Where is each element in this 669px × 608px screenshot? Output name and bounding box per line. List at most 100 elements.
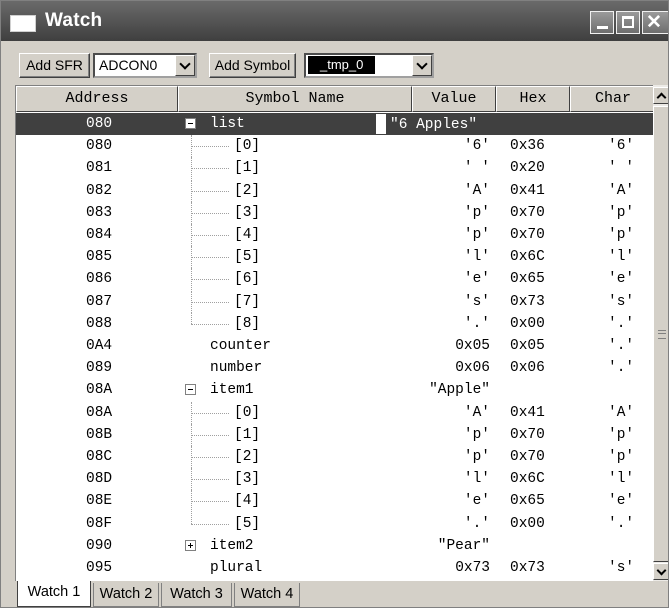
scroll-up-button[interactable]: [653, 87, 668, 104]
table-row[interactable]: 095 plural 0x73 0x73 's': [16, 557, 656, 579]
table-row[interactable]: 087 [7] 's' 0x73 's': [16, 290, 656, 313]
tree-connector: [191, 279, 229, 281]
hex-cell: 0x06: [510, 360, 545, 377]
value-cell: 'e': [463, 493, 490, 510]
close-button[interactable]: ✕: [642, 11, 668, 34]
symbol-name-cell: plural: [210, 560, 263, 576]
scroll-thumb[interactable]: [653, 106, 668, 562]
tab-watch-2[interactable]: Watch 2: [93, 583, 159, 607]
table-row[interactable]: 083 [3] 'p' 0x70 'p': [16, 201, 656, 224]
value-edit-box: [376, 114, 386, 134]
hex-cell: 0x73: [510, 293, 545, 310]
tree-connector: [191, 512, 192, 524]
table-row[interactable]: 08F [5] '.' 0x00 '.': [16, 512, 656, 535]
close-icon: ✕: [646, 12, 662, 33]
value-cell: 'A': [463, 404, 490, 421]
maximize-button[interactable]: [616, 11, 640, 34]
value-edit-cell[interactable]: "6 Apples": [388, 114, 496, 134]
add-sfr-button[interactable]: Add SFR: [19, 53, 90, 78]
table-row[interactable]: 089 number 0x06 0x06 '.': [16, 357, 656, 379]
table-row[interactable]: 090 item2 "Pear": [16, 535, 656, 557]
tab-watch-1[interactable]: Watch 1: [17, 581, 91, 607]
column-header-char[interactable]: Char: [570, 86, 656, 112]
tree-connector: [191, 501, 229, 503]
tree-connector: [191, 290, 192, 313]
table-row[interactable]: 084 [4] 'p' 0x70 'p': [16, 224, 656, 246]
symbol-name-cell: [6]: [234, 271, 261, 288]
table-row[interactable]: 086 [6] 'e' 0x65 'e': [16, 268, 656, 291]
table-row[interactable]: 082 [2] 'A' 0x41 'A': [16, 179, 656, 202]
column-header-address[interactable]: Address: [16, 86, 178, 112]
column-header-symbol-name[interactable]: Symbol Name: [178, 86, 412, 112]
window-title: Watch: [45, 10, 103, 31]
symbol-name-cell: [4]: [234, 493, 261, 510]
address-cell: 087: [86, 293, 113, 310]
char-cell: 'p': [608, 426, 635, 443]
table-row[interactable]: 085 [5] 'l' 0x6C 'l': [16, 246, 656, 269]
value-cell: '6': [463, 138, 490, 155]
table-row[interactable]: 08D [3] 'l' 0x6C 'l': [16, 468, 656, 491]
toolbar: Add SFR ADCON0 Add Symbol _tmp_0: [1, 41, 668, 82]
hex-cell: 0x6C: [510, 249, 545, 266]
address-cell: 080: [86, 138, 113, 155]
char-cell: '6': [608, 138, 635, 155]
symbol-name-cell: item2: [210, 537, 254, 554]
tab-watch-4[interactable]: Watch 4: [234, 583, 300, 607]
chevron-up-icon: [656, 92, 667, 103]
watch-grid[interactable]: Address Symbol Name Value Hex Char 080 li…: [15, 85, 668, 582]
table-row[interactable]: 0A4 counter 0x05 0x05 '.': [16, 335, 656, 357]
symbol-name-cell: [0]: [234, 138, 261, 155]
table-row[interactable]: 080 [0] '6' 0x36 '6': [16, 135, 656, 158]
hex-cell: 0x00: [510, 515, 545, 532]
minimize-button[interactable]: [590, 11, 614, 34]
address-cell: 083: [86, 204, 113, 221]
address-cell: 08D: [86, 471, 113, 488]
tree-connector: [191, 224, 192, 246]
address-cell: 080: [86, 116, 113, 132]
tree-connector: [191, 490, 192, 513]
char-cell: 'A': [608, 182, 635, 199]
tree-connector: [191, 468, 192, 491]
table-row[interactable]: 08B [1] 'p' 0x70 'p': [16, 423, 656, 446]
column-header-value[interactable]: Value: [412, 86, 496, 112]
hex-cell: 0x65: [510, 271, 545, 288]
hex-cell: 0x05: [510, 338, 545, 354]
table-row[interactable]: 08A item1 "Apple": [16, 379, 656, 401]
hex-cell: 0x41: [510, 182, 545, 199]
sfr-select-value: ADCON0: [99, 57, 158, 73]
table-row[interactable]: 088 [8] '.' 0x00 '.': [16, 312, 656, 335]
symbol-name-cell: [1]: [234, 160, 261, 177]
table-row[interactable]: 081 [1] ' ' 0x20 ' ': [16, 157, 656, 180]
symbol-select-dropdown-button[interactable]: [412, 55, 432, 76]
scroll-down-button[interactable]: [653, 563, 668, 580]
symbol-name-cell: [3]: [234, 471, 261, 488]
table-row[interactable]: 080 list "6 Apples": [16, 113, 656, 135]
tree-connector: [191, 190, 229, 192]
tree-connector: [191, 423, 192, 446]
tree-connector: [191, 168, 229, 170]
address-cell: 089: [86, 360, 113, 377]
column-header-hex[interactable]: Hex: [496, 86, 570, 112]
symbol-name-cell: [4]: [234, 227, 261, 243]
collapse-icon[interactable]: [185, 384, 196, 396]
table-row[interactable]: 08A [0] 'A' 0x41 'A': [16, 401, 656, 424]
char-cell: 'p': [608, 204, 635, 221]
expand-icon[interactable]: [185, 539, 196, 551]
tab-watch-3[interactable]: Watch 3: [161, 583, 232, 607]
symbol-select-value: _tmp_0: [308, 56, 376, 74]
tree-connector: [191, 157, 192, 180]
symbol-select[interactable]: _tmp_0: [304, 53, 434, 78]
tree-connector: [191, 246, 192, 269]
vertical-scrollbar[interactable]: [653, 85, 668, 581]
table-row[interactable]: 08E [4] 'e' 0x65 'e': [16, 490, 656, 513]
add-symbol-button[interactable]: Add Symbol: [209, 53, 296, 78]
sfr-select[interactable]: ADCON0: [93, 53, 197, 78]
symbol-name-cell: counter: [210, 338, 271, 354]
sfr-select-dropdown-button[interactable]: [175, 55, 195, 76]
char-cell: 'p': [608, 449, 635, 465]
table-row[interactable]: 08C [2] 'p' 0x70 'p': [16, 446, 656, 468]
value-cell: "Apple": [429, 382, 490, 399]
collapse-icon[interactable]: [185, 118, 196, 129]
char-cell: 'l': [608, 471, 635, 488]
title-bar[interactable]: Watch ✕: [1, 1, 668, 41]
